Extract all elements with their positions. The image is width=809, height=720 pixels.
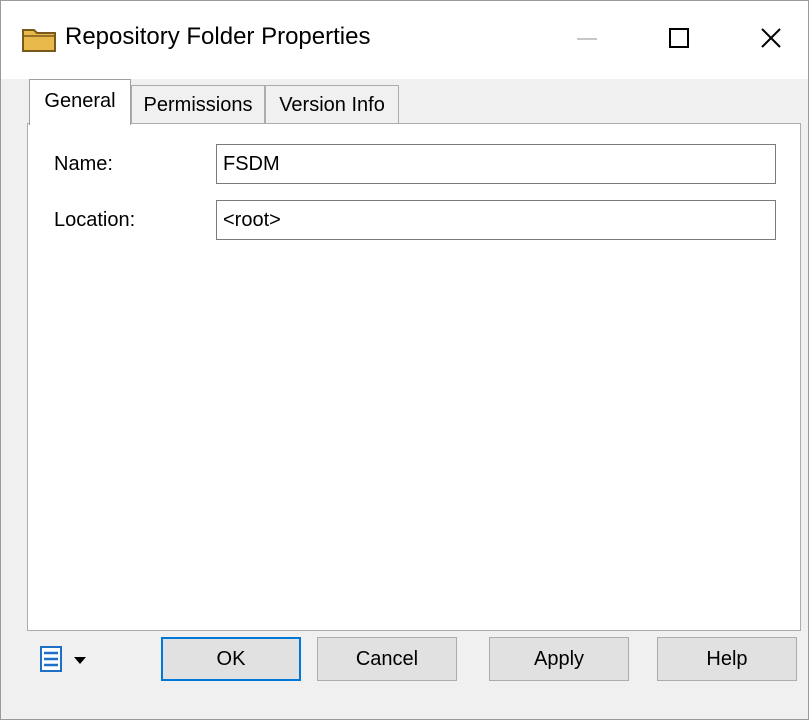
maximize-button[interactable]	[633, 1, 725, 79]
properties-dialog: Repository Folder Properties General Per…	[0, 0, 809, 720]
tab-version-info[interactable]: Version Info	[265, 85, 399, 125]
folder-icon	[21, 23, 57, 55]
close-button[interactable]	[725, 1, 809, 79]
window-title: Repository Folder Properties	[65, 23, 371, 50]
ok-button[interactable]: OK	[161, 637, 301, 681]
maximize-icon	[667, 26, 691, 55]
property-sheet-menu-icon	[39, 645, 63, 678]
dropdown-arrow-icon	[73, 652, 87, 670]
tab-permissions[interactable]: Permissions	[131, 85, 265, 125]
minimize-icon	[575, 26, 599, 55]
minimize-button[interactable]	[541, 1, 633, 79]
cancel-button[interactable]: Cancel	[317, 637, 457, 681]
title-bar[interactable]: Repository Folder Properties	[1, 1, 808, 79]
close-icon	[759, 26, 783, 55]
location-label: Location:	[54, 209, 136, 231]
name-label: Name:	[54, 153, 113, 175]
general-tab-panel: Name: Location:	[27, 123, 801, 631]
tab-general[interactable]: General	[29, 79, 131, 125]
property-sheet-menu-button[interactable]	[35, 639, 111, 683]
apply-button[interactable]: Apply	[489, 637, 629, 681]
location-input[interactable]	[216, 200, 776, 240]
help-button[interactable]: Help	[657, 637, 797, 681]
name-input[interactable]	[216, 144, 776, 184]
